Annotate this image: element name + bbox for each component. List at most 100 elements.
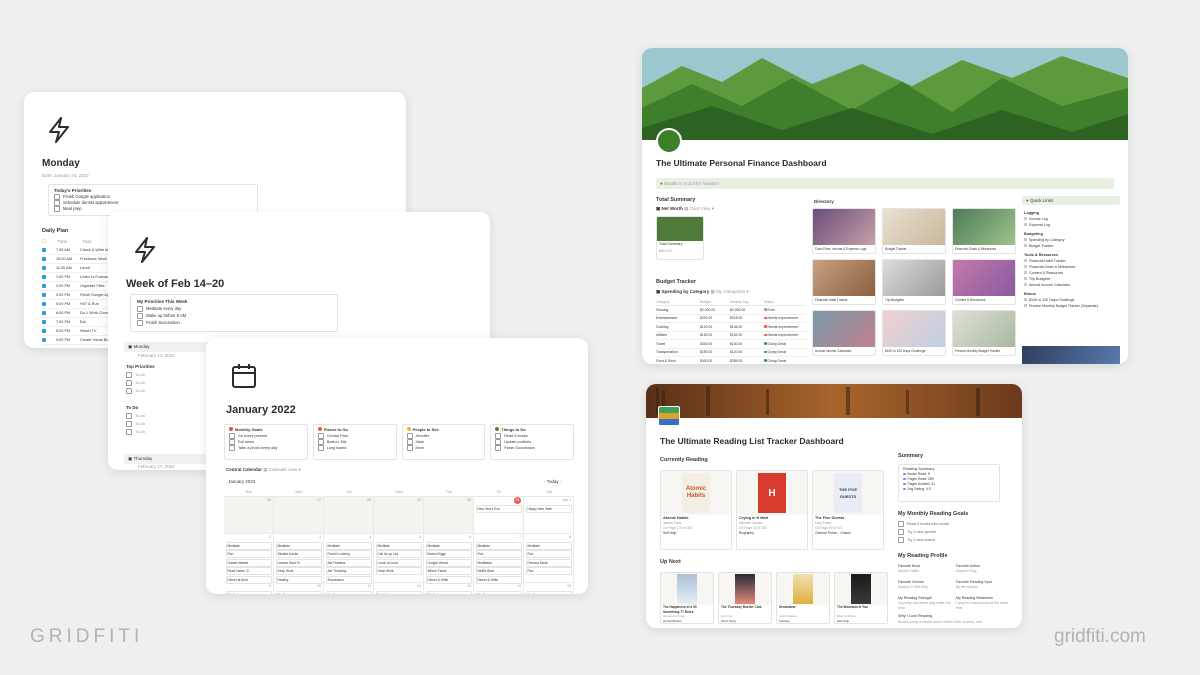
calendar-event[interactable]: Games Marker bbox=[225, 558, 272, 567]
directory-card[interactable]: $10K in 100 Days Challenge bbox=[882, 310, 946, 356]
calendar-event[interactable]: Meditate bbox=[475, 541, 522, 550]
calendar-cell[interactable]: Jan 1 Happy New Year! bbox=[524, 497, 574, 533]
todo-item[interactable]: To-do bbox=[126, 387, 145, 395]
calendar-cell[interactable]: 6 Meditate Booted Eggs Google Versat Where F… bbox=[424, 534, 474, 584]
calendar-event[interactable]: Deep Work bbox=[375, 567, 422, 575]
calendar-event[interactable]: Meditate bbox=[525, 541, 572, 550]
goal-item[interactable]: Read 5 books this month bbox=[898, 520, 949, 528]
directory-card[interactable]: Content & Resources bbox=[952, 259, 1016, 305]
calendar-event[interactable]: Run bbox=[225, 550, 272, 558]
calendar-cell[interactable]: 31 New Year's Eve bbox=[474, 497, 524, 533]
calendar-cell[interactable]: 14 Meditate bbox=[474, 583, 524, 594]
checkbox[interactable] bbox=[54, 206, 60, 212]
checkbox[interactable] bbox=[898, 521, 904, 527]
checkbox[interactable] bbox=[137, 305, 143, 312]
checkbox[interactable] bbox=[126, 372, 132, 378]
table-row[interactable]: Food & Drink $400.00 $355.00 Going Great bbox=[656, 357, 806, 364]
calendar-event[interactable]: Meditate bbox=[425, 541, 472, 550]
calendar-cell[interactable]: 13 Meditate bbox=[424, 583, 474, 594]
todo-item[interactable]: To-do bbox=[126, 379, 145, 387]
calendar-event[interactable]: Google Versat bbox=[425, 558, 472, 567]
checkbox[interactable] bbox=[137, 319, 143, 326]
calendar-event[interactable]: Lunch at Luna bbox=[375, 558, 422, 567]
total-summary-card[interactable]: Total Summary $89,475 bbox=[656, 216, 704, 260]
table-row[interactable]: Clothing $120.00 $146.00 Needs Improvement bbox=[656, 323, 806, 332]
calendar-event[interactable]: New Year's Eve bbox=[475, 504, 522, 513]
table-row[interactable]: Entertainment $200.00 $218.00 Needs Improve… bbox=[656, 315, 806, 323]
calendar-cell[interactable]: 7 Meditate Run Meditation Netflix Bizm Dinner… bbox=[474, 534, 524, 584]
calendar-event[interactable]: Netflix Bizm bbox=[475, 567, 522, 575]
todo-item[interactable]: To-do bbox=[126, 420, 145, 428]
calendar-cell[interactable]: 3 Meditate Studied Adobe Unread Hard Tu Deep… bbox=[274, 534, 324, 584]
calendar-event[interactable]: Meditate bbox=[325, 590, 372, 594]
calendar-event[interactable]: Meditate bbox=[375, 590, 422, 594]
calendar-event[interactable]: Where Faces bbox=[425, 567, 472, 575]
calendar-cell[interactable]: 8 Meditate Run Famous Mode Run bbox=[524, 534, 574, 582]
todo-item[interactable]: To-do bbox=[126, 428, 145, 436]
calendar-event[interactable]: Meditate bbox=[225, 541, 272, 550]
directory-card[interactable]: Financial Habit Tracker bbox=[812, 259, 876, 305]
calendar-event[interactable]: Unread Hard Tu bbox=[275, 558, 322, 567]
goal-item[interactable]: Try 3 new genres bbox=[898, 528, 949, 536]
calendar-event[interactable]: Happy New Year! bbox=[525, 504, 572, 513]
done-checkbox[interactable] bbox=[42, 257, 46, 261]
calendar-event[interactable]: Booted Eggs bbox=[425, 550, 472, 558]
done-checkbox[interactable] bbox=[42, 329, 46, 333]
book-card[interactable]: Dreamland Heidi Chaves Fantasy bbox=[776, 572, 830, 624]
checkbox[interactable] bbox=[898, 537, 904, 543]
calendar-event[interactable]: Meditate bbox=[225, 590, 272, 594]
book-card[interactable]: THE FIVE GUESTS The Five Guests Lucy Foley… bbox=[812, 470, 884, 550]
calendar-event[interactable]: Ate Throwing bbox=[325, 567, 372, 575]
book-card[interactable]: Atomic Habits Atomic Habits James Clear On … bbox=[660, 470, 732, 550]
checkbox[interactable] bbox=[317, 445, 324, 451]
book-card[interactable]: The Happiness of a 50 Something 77 Rules… bbox=[660, 572, 714, 624]
checkbox[interactable] bbox=[126, 380, 132, 386]
checkbox[interactable] bbox=[406, 445, 413, 451]
calendar-event[interactable]: Meditate bbox=[475, 590, 522, 594]
checkbox[interactable] bbox=[126, 388, 132, 394]
list-box-item[interactable]: Mom bbox=[406, 445, 481, 451]
list-box-item[interactable]: Take a photo every day bbox=[229, 445, 303, 451]
calendar-event[interactable]: Meditate bbox=[425, 590, 472, 594]
calendar-event[interactable]: Run bbox=[525, 567, 572, 575]
done-checkbox[interactable] bbox=[42, 248, 46, 252]
calendar-cell[interactable]: 11 Meditate bbox=[324, 583, 374, 594]
calendar-cell[interactable]: 12 Meditate bbox=[374, 583, 424, 594]
done-checkbox[interactable] bbox=[42, 320, 46, 324]
calendar-event[interactable]: Meditation bbox=[475, 558, 522, 567]
book-card[interactable]: The Thursday Murder Club Lily King Short S… bbox=[718, 572, 772, 624]
calendar-event[interactable]: Ate Fearless bbox=[325, 558, 372, 567]
calendar-event[interactable]: Meditate bbox=[275, 590, 322, 594]
calendar-event[interactable]: Meditate bbox=[325, 541, 372, 550]
done-checkbox[interactable] bbox=[42, 302, 46, 306]
directory-card[interactable]: Cash Flow: Income & Expense Logs bbox=[812, 208, 876, 254]
prev-month-icon[interactable]: ‹ bbox=[544, 479, 546, 484]
checkbox[interactable] bbox=[495, 445, 502, 451]
calendar-cell[interactable]: 5 Meditate Call for up Lay Lunch at Luna Dee… bbox=[374, 534, 424, 582]
calendar-cell[interactable]: 4 Meditate French Looking Ate Fearless Ate T… bbox=[324, 534, 374, 584]
checkbox[interactable] bbox=[229, 445, 235, 451]
directory-card[interactable]: Budget Tracker bbox=[882, 208, 946, 254]
done-checkbox[interactable] bbox=[42, 338, 46, 342]
calendar-event[interactable]: Studied Adobe bbox=[275, 550, 322, 558]
calendar-event[interactable]: Meditate bbox=[275, 541, 322, 550]
done-checkbox[interactable] bbox=[42, 266, 46, 270]
calendar-event[interactable]: French Looking bbox=[325, 550, 372, 558]
table-row[interactable]: Transportation $150.00 $120.00 Going Great bbox=[656, 349, 806, 357]
calendar-cell[interactable]: 10 Meditate bbox=[274, 583, 324, 594]
calendar-event[interactable]: Run bbox=[525, 550, 572, 558]
goal-item[interactable]: Try 1 new author bbox=[898, 536, 949, 544]
week-priority-item[interactable]: Meditate every day bbox=[137, 305, 331, 312]
directory-card[interactable]: Trip Budgeter bbox=[882, 259, 946, 305]
calendar-cell[interactable]: 30 bbox=[424, 497, 474, 533]
table-row[interactable]: Travel $300.00 $130.00 Going Great bbox=[656, 340, 806, 349]
directory-card[interactable]: Annual Income Calculator bbox=[812, 310, 876, 356]
quick-link[interactable]: Expense Log bbox=[1024, 222, 1118, 228]
book-card[interactable]: The Mountain is You Brianna Wiest Self Hel… bbox=[834, 572, 888, 624]
directory-card[interactable]: Precise Monthly Budget Tracker bbox=[952, 310, 1016, 356]
card-view-tab[interactable]: ▦ Card View ▾ bbox=[684, 206, 714, 211]
calendar-event[interactable]: Meditate bbox=[375, 541, 422, 550]
todo-item[interactable]: To-do bbox=[126, 412, 145, 420]
calendar-event[interactable]: Deep Work bbox=[275, 567, 322, 575]
january-page-card[interactable]: January 2022 Monthly Goals Go every prese… bbox=[206, 338, 588, 594]
